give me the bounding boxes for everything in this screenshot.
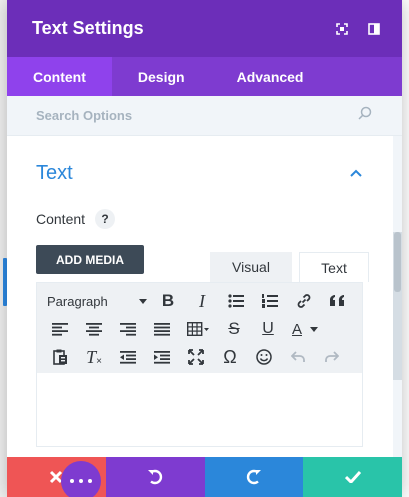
modal-title: Text Settings (32, 18, 144, 38)
save-button[interactable] (303, 457, 402, 497)
modal-header: Text Settings (7, 0, 402, 57)
emoji-icon[interactable] (247, 344, 281, 370)
text-color-letter: A (291, 320, 302, 338)
content-label-text: Content (36, 211, 86, 227)
fullscreen-icon[interactable] (179, 344, 213, 370)
bold-icon[interactable]: B (151, 288, 185, 314)
clear-format-letter: T (86, 346, 97, 367)
redo-button[interactable] (204, 457, 304, 497)
expand-icon[interactable] (332, 19, 352, 39)
text-settings-modal: Text Settings Content Design Advanced Te… (7, 0, 402, 497)
editor-content-area[interactable] (37, 373, 362, 443)
search-input[interactable] (36, 108, 358, 123)
redo-icon[interactable] (315, 344, 349, 370)
undo-icon[interactable] (281, 344, 315, 370)
format-select[interactable]: Paragraph (43, 288, 151, 314)
tab-text-editor[interactable]: Text (299, 252, 369, 282)
section-header[interactable]: Text (36, 162, 363, 185)
caret-down-icon (139, 298, 147, 304)
more-options-button[interactable] (61, 461, 101, 497)
paste-text-icon[interactable] (43, 344, 77, 370)
help-icon[interactable]: ? (95, 209, 116, 229)
underline-icon[interactable]: U (251, 316, 285, 342)
dot (70, 479, 74, 483)
redo-icon (246, 469, 261, 485)
format-select-value: Paragraph (47, 293, 108, 309)
editor-toolbar: Paragraph B I S U A T × Ω (37, 283, 362, 373)
link-icon[interactable] (287, 288, 321, 314)
italic-icon[interactable]: I (185, 288, 219, 314)
caret-down-icon (310, 326, 318, 332)
table-icon[interactable] (179, 316, 217, 342)
align-left-icon[interactable] (43, 316, 77, 342)
undo-icon (148, 469, 163, 485)
search-icon[interactable] (358, 106, 372, 125)
tab-visual-editor[interactable]: Visual (210, 252, 292, 282)
background-edge (0, 0, 7, 497)
undo-button[interactable] (105, 457, 205, 497)
section-title: Text (36, 162, 73, 184)
blockquote-icon[interactable] (321, 288, 355, 314)
tab-content[interactable]: Content (7, 57, 112, 96)
settings-content-area: Text Content ? ADD MEDIA Visual Text Par… (7, 136, 402, 457)
tab-design[interactable]: Design (112, 57, 211, 96)
omega-icon[interactable]: Ω (213, 344, 247, 370)
scrollbar-thumb[interactable] (394, 232, 401, 292)
sidebar-layout-icon[interactable] (364, 19, 384, 39)
indent-icon[interactable] (145, 344, 179, 370)
settings-tabs: Content Design Advanced (7, 57, 402, 96)
text-section: Text Content ? ADD MEDIA Visual Text Par… (7, 136, 393, 457)
dot (88, 479, 92, 483)
dot (79, 479, 83, 483)
numbered-list-icon[interactable] (253, 288, 287, 314)
tab-advanced[interactable]: Advanced (211, 57, 330, 96)
scrollbar[interactable] (393, 232, 402, 380)
align-center-icon[interactable] (77, 316, 111, 342)
strikethrough-icon[interactable]: S (217, 316, 251, 342)
chevron-up-icon[interactable] (349, 167, 363, 181)
toolbar-row-2: S U A (43, 315, 356, 343)
text-color-icon[interactable]: A (285, 316, 325, 342)
bullet-list-icon[interactable] (219, 288, 253, 314)
justify-icon[interactable] (145, 316, 179, 342)
add-media-button[interactable]: ADD MEDIA (36, 245, 144, 274)
clear-format-icon[interactable]: T × (77, 344, 111, 370)
rich-text-editor: Paragraph B I S U A T × Ω (36, 282, 363, 447)
checkmark-icon (344, 471, 361, 483)
align-right-icon[interactable] (111, 316, 145, 342)
search-bar (7, 96, 402, 136)
toolbar-row-3: T × Ω (43, 343, 356, 371)
toolbar-row-1: Paragraph B I (43, 287, 356, 315)
outdent-icon[interactable] (111, 344, 145, 370)
content-field-label: Content ? (36, 209, 116, 229)
